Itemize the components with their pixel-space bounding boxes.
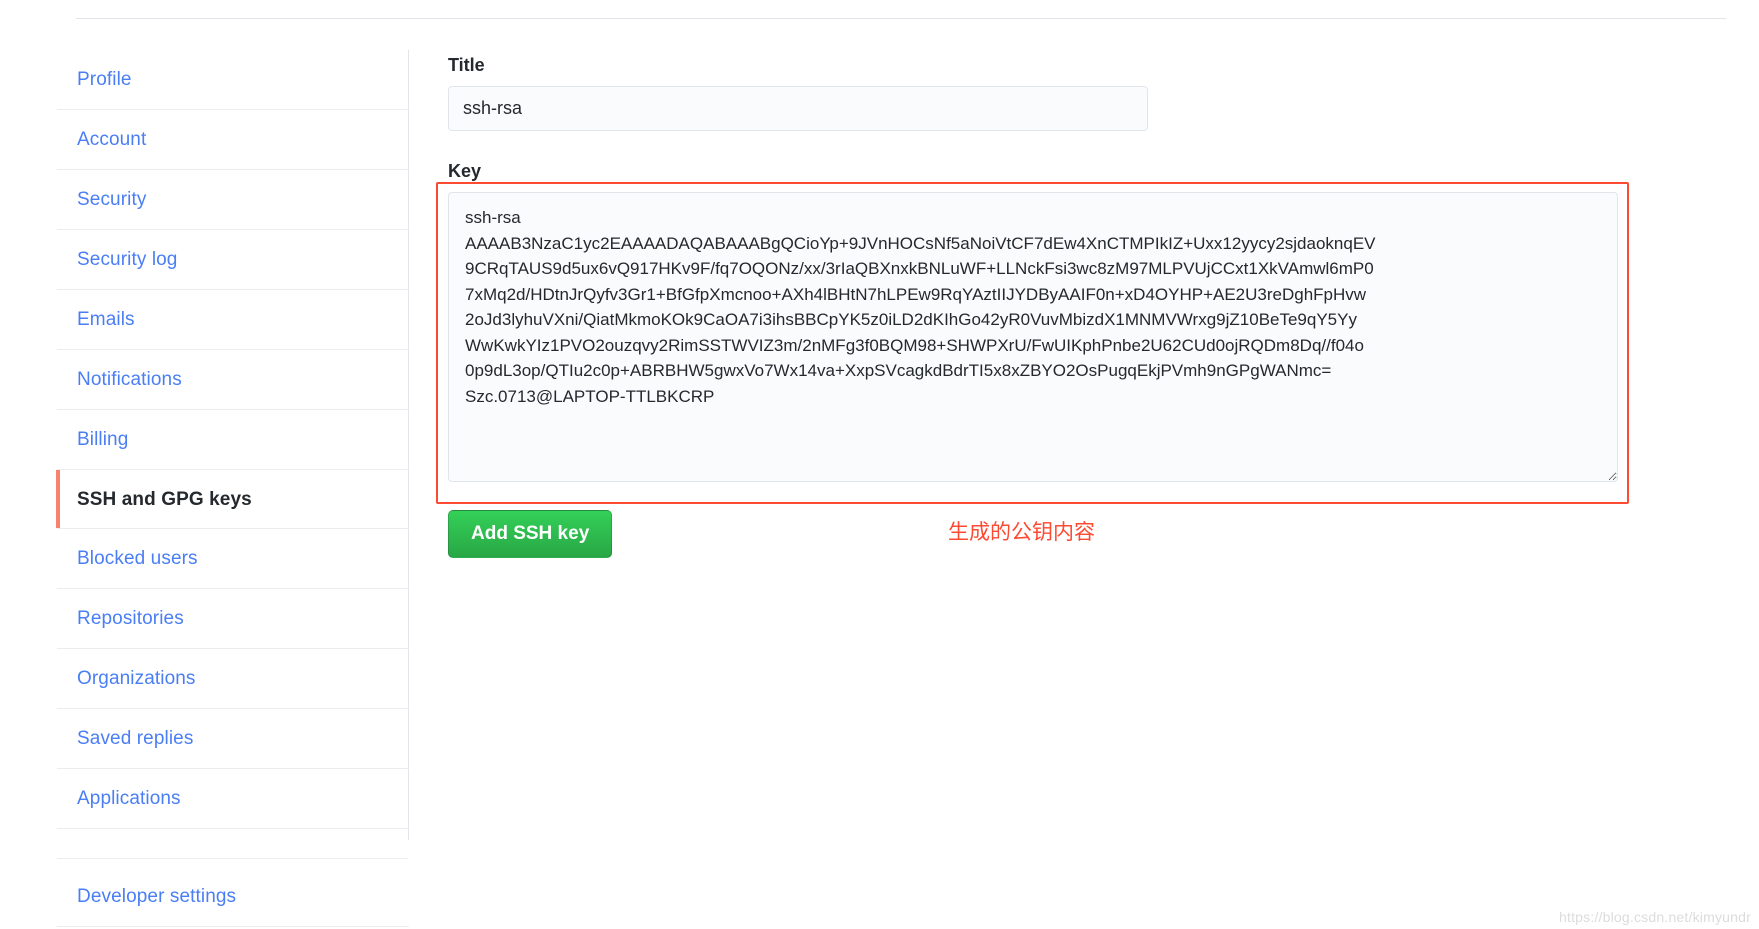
title-input[interactable] xyxy=(448,86,1148,131)
sidebar-item-label: Account xyxy=(77,129,147,150)
ssh-key-form: Title Key Add SSH key 生成的公钥内容 xyxy=(448,55,1678,558)
sidebar-item-label: Billing xyxy=(77,429,129,450)
watermark-text: https://blog.csdn.net/kimyundr xyxy=(1559,909,1751,925)
sidebar-item-applications[interactable]: Applications xyxy=(57,769,409,829)
sidebar-item-label: SSH and GPG keys xyxy=(77,489,252,510)
sidebar-item-saved-replies[interactable]: Saved replies xyxy=(57,709,409,769)
sidebar-item-security-log[interactable]: Security log xyxy=(57,230,409,290)
sidebar-group-divider xyxy=(57,829,408,859)
sidebar-item-ssh-and-gpg-keys[interactable]: SSH and GPG keys xyxy=(56,469,409,529)
settings-sidebar: Profile Account Security Security log Em… xyxy=(56,50,409,927)
form-actions: Add SSH key 生成的公钥内容 xyxy=(448,510,1678,558)
key-textarea[interactable] xyxy=(448,192,1618,482)
sidebar-item-account[interactable]: Account xyxy=(57,110,409,170)
sidebar-item-notifications[interactable]: Notifications xyxy=(57,350,409,410)
sidebar-item-developer-settings[interactable]: Developer settings xyxy=(57,867,409,927)
add-ssh-key-button[interactable]: Add SSH key xyxy=(448,510,613,558)
sidebar-item-label: Emails xyxy=(77,309,135,330)
sidebar-item-label: Profile xyxy=(77,69,132,90)
sidebar-item-label: Applications xyxy=(77,788,181,809)
sidebar-item-emails[interactable]: Emails xyxy=(57,290,409,350)
key-field-label: Key xyxy=(448,161,482,181)
sidebar-group-spacer xyxy=(57,859,408,867)
header-divider xyxy=(76,18,1726,19)
sidebar-item-organizations[interactable]: Organizations xyxy=(57,649,409,709)
sidebar-item-label: Notifications xyxy=(77,369,182,390)
annotation-caption: 生成的公钥内容 xyxy=(948,520,1095,544)
key-field-label-wrap: Key xyxy=(448,161,1678,182)
sidebar-main-group: Profile Account Security Security log Em… xyxy=(56,50,409,829)
sidebar-developer-group: Developer settings xyxy=(57,867,409,927)
sidebar-item-label: Security log xyxy=(77,249,178,270)
settings-page: Profile Account Security Security log Em… xyxy=(0,0,1759,929)
sidebar-item-security[interactable]: Security xyxy=(57,170,409,230)
sidebar-item-label: Saved replies xyxy=(77,728,194,749)
title-field-label: Title xyxy=(448,55,485,75)
sidebar-item-blocked-users[interactable]: Blocked users xyxy=(57,529,409,589)
sidebar-item-label: Developer settings xyxy=(77,886,237,907)
sidebar-item-billing[interactable]: Billing xyxy=(57,410,409,470)
sidebar-item-label: Security xyxy=(77,189,147,210)
sidebar-item-repositories[interactable]: Repositories xyxy=(57,589,409,649)
sidebar-item-profile[interactable]: Profile xyxy=(57,50,409,110)
sidebar-item-label: Blocked users xyxy=(77,548,198,569)
sidebar-item-label: Repositories xyxy=(77,608,184,629)
sidebar-item-label: Organizations xyxy=(77,668,196,689)
